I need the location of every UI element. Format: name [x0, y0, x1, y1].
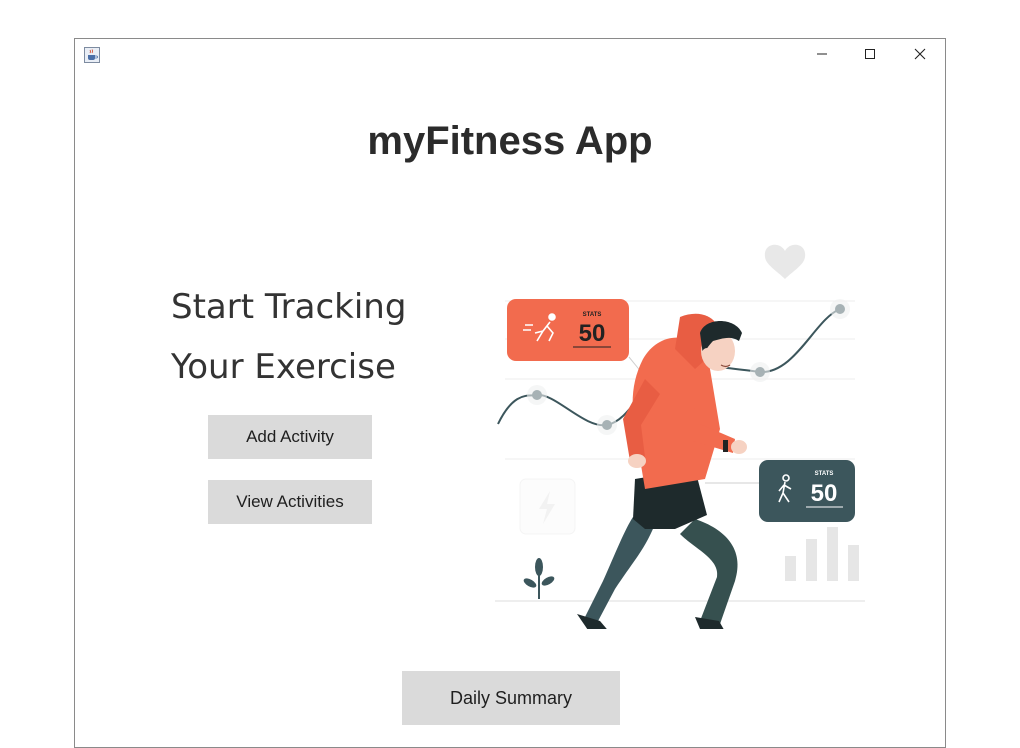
maximize-button[interactable]: [847, 39, 893, 69]
stats-label-1: STATS: [583, 312, 602, 318]
bars-decoration: [785, 527, 859, 581]
stats-label-2: STATS: [815, 471, 834, 477]
runner-illustration: STATS 50 STATS 50: [495, 229, 875, 645]
stats-value-2: 50: [811, 480, 838, 507]
app-title: myFitness App: [367, 119, 653, 163]
stats-card-orange: STATS 50: [507, 299, 629, 361]
add-activity-button[interactable]: Add Activity: [208, 415, 372, 459]
stats-card-dark: STATS 50: [759, 460, 855, 522]
app-window: myFitness App Start Tracking Your Exerci…: [74, 38, 946, 748]
close-button[interactable]: [897, 39, 943, 69]
daily-summary-button[interactable]: Daily Summary: [402, 671, 620, 725]
headline-line-2: Your Exercise: [171, 347, 396, 387]
maximize-icon: [865, 49, 875, 59]
java-cup-icon: [84, 47, 100, 63]
runner-figure: [577, 313, 747, 645]
heart-icon: [764, 244, 806, 279]
view-activities-button[interactable]: View Activities: [208, 480, 372, 524]
energy-card: [519, 478, 576, 535]
minimize-button[interactable]: [799, 39, 845, 69]
minimize-icon: [817, 53, 827, 55]
close-icon: [914, 48, 926, 60]
plant-icon: [523, 558, 555, 599]
headline-line-1: Start Tracking: [171, 287, 407, 327]
headline: Start Tracking Your Exercise: [171, 277, 471, 397]
title-bar: [75, 39, 945, 69]
stats-value-1: 50: [579, 320, 606, 347]
